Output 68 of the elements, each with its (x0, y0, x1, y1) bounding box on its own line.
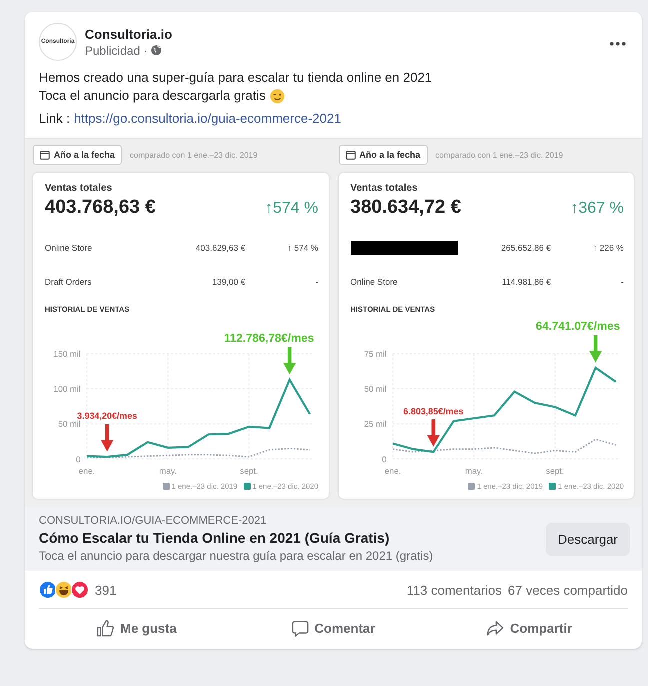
axis-tick-label: 0 (382, 454, 386, 464)
date-range-button[interactable]: Año a la fecha (338, 145, 428, 165)
preview-description: Toca el anuncio para descargar nuestra guía para escalar en 2021 (gratis) (39, 549, 434, 564)
preview-domain: CONSULTORIA.IO/GUIA-ECOMMERCE-2021 (39, 515, 268, 528)
arrow-icon (101, 424, 114, 452)
channel-change: - (620, 277, 624, 287)
link-preview[interactable]: CONSULTORIA.IO/GUIA-ECOMMERCE-2021 Cómo Escalar tu Tienda Online en 2021 (Guía Gratis) Toca el anuncio para descargar nuestra guía para escalar en 2021 (gratis) Descargar (25, 507, 642, 572)
reaction-icons[interactable] (39, 581, 89, 600)
axis-tick-label: 100 mil (54, 384, 81, 394)
page-name[interactable]: Consultoria.io (85, 26, 598, 42)
annotation-label: 6.803,85€/mes (403, 406, 464, 416)
more-icon (610, 42, 626, 46)
axis-tick-label: 25 mil (364, 419, 386, 430)
calendar-icon (346, 150, 356, 160)
channel-name: Draft Orders (45, 277, 93, 287)
channel-name: Online Store (350, 277, 399, 287)
channel-change: ↑ 574 % (286, 243, 318, 253)
date-range-button[interactable]: Año a la fecha (33, 145, 122, 165)
channel-change: ↑ 226 % (592, 243, 624, 253)
post-link[interactable]: https://go.consultoria.io/guia-ecommerce-2021 (74, 110, 342, 128)
change-percent: ↑574 % (265, 200, 318, 218)
axis-tick-label: may. (159, 466, 177, 476)
annotation-label: 3.934,20€/mes (77, 411, 138, 422)
total-sales: 380.634,72 € (350, 197, 462, 219)
axis-tick-label: 0 (76, 454, 81, 464)
channel-amount: 403.629,63 € (194, 243, 246, 253)
axis-tick-label: ene. (78, 466, 96, 476)
axis-tick-label: sept. (240, 466, 258, 476)
arrow-icon (426, 420, 440, 447)
reaction-count[interactable]: 391 (95, 582, 117, 598)
channel-amount: 114.981,86 € (501, 277, 552, 287)
winking-face-icon (270, 88, 285, 104)
arrow-icon (589, 335, 602, 363)
comment-count[interactable]: 113 comentarios (406, 582, 502, 598)
link-label: Link : (39, 110, 70, 128)
post-text: Hemos creado una super-guía para escalar tu tienda online en 2021 (39, 69, 432, 87)
share-button[interactable]: Compartir (432, 612, 628, 646)
channel-name: Online Store (45, 243, 94, 253)
axis-tick-label: 150 mil (54, 349, 81, 360)
annotation-label: 64.741.07€/mes (536, 321, 620, 334)
post-text: Toca el anuncio para descargarla gratis (39, 87, 266, 105)
share-arrow-icon (487, 620, 504, 638)
channel-change: - (314, 277, 318, 287)
axis-tick-label: 50 mil (58, 419, 81, 430)
axis-tick-label: 75 mil (364, 349, 386, 360)
channel-amount: 265.652,86 € (500, 243, 552, 253)
comparison-text: comparado con 1 ene.–23 dic. 2019 (436, 150, 564, 160)
card-title: Ventas totales (45, 183, 114, 194)
sponsored-label: Publicidad · (85, 44, 148, 58)
card-title: Ventas totales (350, 183, 419, 194)
preview-title: Cómo Escalar tu Tienda Online en 2021 (Guía Gratis) (39, 530, 391, 546)
thumbs-up-icon (97, 620, 114, 638)
axis-tick-label: ene. (384, 466, 401, 476)
comparison-text: comparado con 1 ene.–23 dic. 2019 (130, 150, 258, 160)
annotation-label: 112.786,78€/mes (224, 333, 314, 346)
axis-tick-label: may. (464, 466, 482, 476)
calendar-icon (40, 150, 50, 160)
download-button[interactable]: Descargar (546, 522, 630, 556)
comment-button[interactable]: Comentar (235, 612, 432, 646)
change-percent: ↑367 % (570, 200, 624, 218)
channel-amount: 139,00 € (211, 277, 246, 287)
share-count[interactable]: 67 veces compartido (508, 582, 628, 598)
like-button[interactable]: Me gusta (39, 612, 236, 646)
axis-tick-label: 50 mil (364, 384, 386, 394)
total-sales: 403.768,63 € (45, 197, 156, 219)
axis-tick-label: sept. (546, 466, 564, 476)
speech-bubble-icon (292, 620, 309, 638)
arrow-icon (284, 347, 296, 375)
